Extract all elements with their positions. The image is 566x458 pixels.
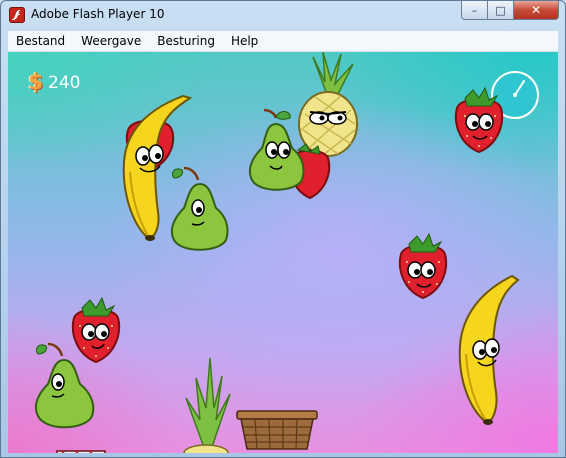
menu-bar: Bestand Weergave Besturing Help [8,31,558,52]
fruit-basket[interactable] [235,409,319,453]
strawberry[interactable] [451,86,507,154]
pineapple-top[interactable] [176,357,236,453]
maximize-icon: □ [495,3,506,17]
menu-item-help[interactable]: Help [223,31,266,51]
close-button[interactable]: ✕ [514,1,559,20]
close-icon: ✕ [530,3,542,17]
money-value: 240 [48,73,81,93]
flash-player-window: Adobe Flash Player 10 – □ ✕ Bestand Weer… [0,0,566,458]
pear[interactable] [246,108,308,194]
money-counter: $ 240 [28,72,80,94]
banana[interactable] [454,274,522,425]
window-controls: – □ ✕ [461,1,559,20]
minimize-button[interactable]: – [461,1,488,20]
minimize-icon: – [471,3,478,17]
title-bar[interactable]: Adobe Flash Player 10 – □ ✕ [1,1,565,30]
menu-item-weergave[interactable]: Weergave [73,31,149,51]
pear[interactable] [32,340,100,432]
trap-object[interactable] [55,444,107,453]
menu-item-besturing[interactable]: Besturing [149,31,223,51]
game-stage[interactable]: $ 240 [8,52,558,453]
pear[interactable] [168,164,234,254]
menu-item-bestand[interactable]: Bestand [8,31,73,51]
maximize-button[interactable]: □ [488,1,514,20]
flash-player-icon [9,7,25,23]
dollar-coin-icon: $ [28,70,44,95]
strawberry[interactable] [395,232,451,300]
window-title: Adobe Flash Player 10 [31,7,165,21]
